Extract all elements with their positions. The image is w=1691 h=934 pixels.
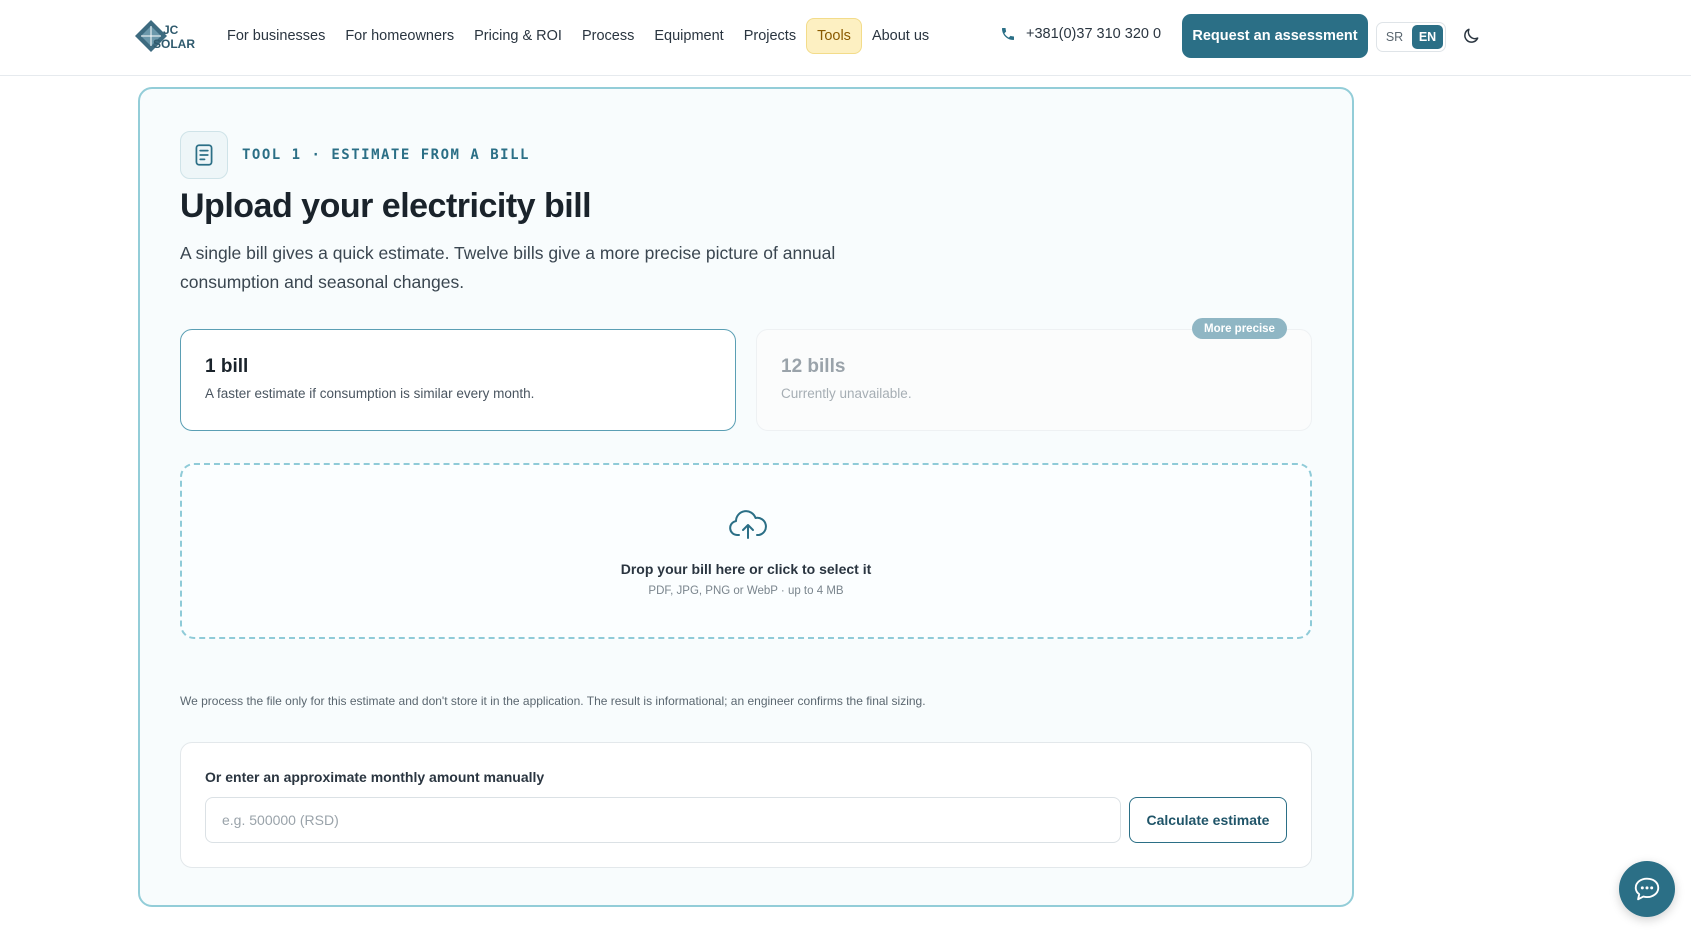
dropzone-title: Drop your bill here or click to select i…: [620, 561, 872, 577]
logo-text-top: JC: [163, 23, 179, 37]
nav-tools[interactable]: Tools: [806, 18, 862, 54]
option-desc: Currently unavailable.: [781, 386, 912, 401]
main-nav: For businesses For homeowners Pricing & …: [217, 17, 939, 55]
nav-for-businesses[interactable]: For businesses: [217, 19, 335, 53]
lead-text: A single bill gives a quick estimate. Tw…: [180, 243, 836, 292]
tool-label: TOOL 1 · ESTIMATE FROM A BILL: [242, 147, 530, 163]
chat-icon[interactable]: [1619, 861, 1675, 917]
option-1-bill[interactable]: 1 bill A faster estimate if consumption …: [180, 329, 736, 431]
nav-projects[interactable]: Projects: [734, 19, 806, 53]
page-title: Upload your electricity bill: [180, 187, 592, 225]
request-assessment-button[interactable]: Request an assessment: [1182, 14, 1368, 58]
more-precise-badge: More precise: [1192, 318, 1287, 339]
phone-number: +381(0)37 310 320 0: [1026, 26, 1162, 42]
monthly-amount-input[interactable]: [205, 797, 1121, 843]
dropzone-formats: PDF, JPG, PNG or WebP · up to 4 MB: [648, 585, 844, 597]
document-icon: [180, 131, 228, 179]
option-12-bills[interactable]: 12 bills Currently unavailable.: [756, 329, 1312, 431]
tool-heading: TOOL 1 · ESTIMATE FROM A BILL: [180, 131, 530, 179]
logo-text-bottom: SOLAR: [153, 37, 195, 51]
logo[interactable]: JC SOLAR: [133, 16, 197, 56]
phone-link[interactable]: +381(0)37 310 320 0: [1000, 26, 1161, 42]
site-header: JC SOLAR For businesses For homeowners P…: [0, 0, 1691, 76]
calculate-estimate-button[interactable]: Calculate estimate: [1129, 797, 1287, 843]
moon-icon[interactable]: [1461, 26, 1481, 46]
language-switcher: SR EN: [1376, 22, 1446, 52]
cloud-upload-icon: [729, 510, 767, 539]
manual-entry-panel: Or enter an approximate monthly amount m…: [180, 742, 1312, 868]
nav-pricing-roi[interactable]: Pricing & ROI: [464, 19, 572, 53]
privacy-note: We process the file only for this estima…: [180, 694, 926, 708]
lang-en[interactable]: EN: [1412, 25, 1443, 49]
bill-dropzone[interactable]: Drop your bill here or click to select i…: [180, 463, 1312, 639]
option-desc: A faster estimate if consumption is simi…: [205, 386, 535, 401]
option-title: 1 bill: [205, 356, 249, 377]
option-title: 12 bills: [781, 356, 846, 377]
manual-amount-label: Or enter an approximate monthly amount m…: [205, 769, 545, 785]
nav-equipment[interactable]: Equipment: [644, 19, 733, 53]
lang-sr[interactable]: SR: [1379, 25, 1410, 49]
nav-for-homeowners[interactable]: For homeowners: [335, 19, 464, 53]
bill-tool-card: TOOL 1 · ESTIMATE FROM A BILL Upload you…: [138, 87, 1354, 907]
nav-about-us[interactable]: About us: [862, 19, 939, 53]
phone-icon: [1002, 28, 1014, 40]
nav-process[interactable]: Process: [572, 19, 644, 53]
